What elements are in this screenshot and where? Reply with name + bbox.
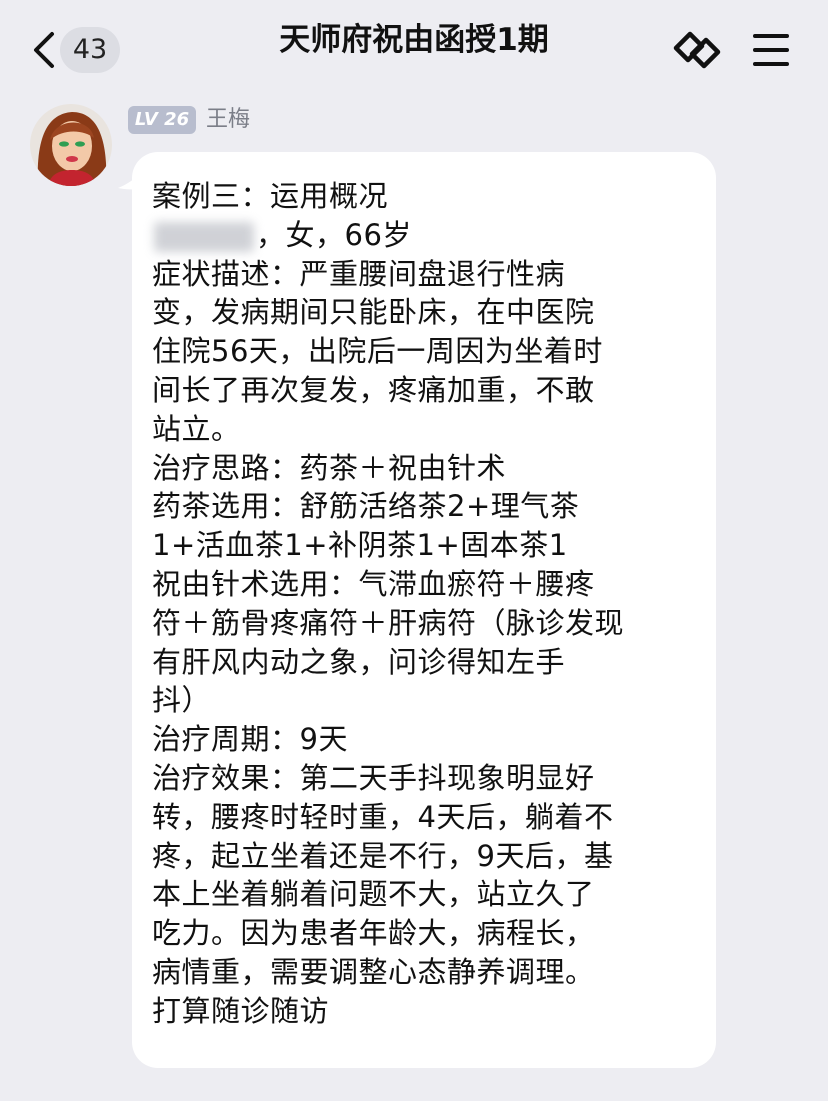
message-line: 变，发病期间只能卧床，在中医院 bbox=[152, 295, 595, 330]
message-line: 住院56天，出院后一周因为坐着时 bbox=[152, 334, 603, 369]
message-line: 疼，起立坐着还是不行，9天后，基 bbox=[152, 838, 614, 873]
message-line: 治疗效果：第二天手抖现象明显好 bbox=[152, 760, 595, 795]
message-line: 治疗思路：药茶＋祝由针术 bbox=[152, 450, 507, 485]
message-line: 药茶选用：舒筋活络茶2+理气茶 bbox=[152, 489, 580, 524]
message-text: 案例三：运用概况 ，女，66岁 症状描述：严重腰间盘退行性病 变，发病期间只能卧… bbox=[152, 177, 700, 1031]
link-icon bbox=[673, 31, 721, 69]
level-badge: LV 26 bbox=[128, 106, 196, 134]
message-line: 症状描述：严重腰间盘退行性病 bbox=[152, 256, 566, 291]
sender-avatar[interactable] bbox=[30, 104, 112, 186]
message-line: 病情重，需要调整心态静养调理。 bbox=[152, 954, 595, 989]
avatar-image bbox=[30, 104, 112, 186]
message-line: 祝由针术选用：气滞血瘀符＋腰疼 bbox=[152, 566, 595, 601]
unread-count-badge[interactable]: 43 bbox=[60, 27, 120, 73]
hamburger-menu-icon bbox=[753, 34, 789, 66]
message-line: 符＋筋骨疼痛符＋肝病符（脉诊发现 bbox=[152, 605, 625, 640]
message-line: 1+活血茶1+补阴茶1+固本茶1 bbox=[152, 528, 568, 563]
message-line: 治疗周期：9天 bbox=[152, 722, 348, 757]
sender-name: 王梅 bbox=[206, 107, 251, 132]
message-line: 案例三：运用概况 bbox=[152, 179, 389, 213]
message-line: 抖） bbox=[152, 683, 212, 718]
message-line: 本上坐着躺着问题不大，站立久了 bbox=[152, 877, 595, 912]
menu-button[interactable] bbox=[752, 30, 790, 70]
chat-title: 天师府祝由函授1期 bbox=[279, 22, 549, 58]
link-button[interactable] bbox=[668, 24, 724, 76]
message-line-text: ，女，66岁 bbox=[256, 217, 412, 252]
message-line: 转，腰疼时轻时重，4天后，躺着不 bbox=[152, 799, 614, 834]
message-line: 站立。 bbox=[152, 411, 241, 446]
redacted-patient-name bbox=[154, 222, 254, 252]
message-line: 打算随诊随访 bbox=[152, 993, 330, 1028]
top-navigation-bar: 43 天师府祝由函授1期 bbox=[0, 0, 828, 96]
message-line: 间长了再次复发，疼痛加重，不敢 bbox=[152, 372, 595, 407]
message-line: 有肝风内动之象，问诊得知左手 bbox=[152, 644, 566, 679]
message-line: 吃力。因为患者年龄大，病程长， bbox=[152, 916, 595, 951]
